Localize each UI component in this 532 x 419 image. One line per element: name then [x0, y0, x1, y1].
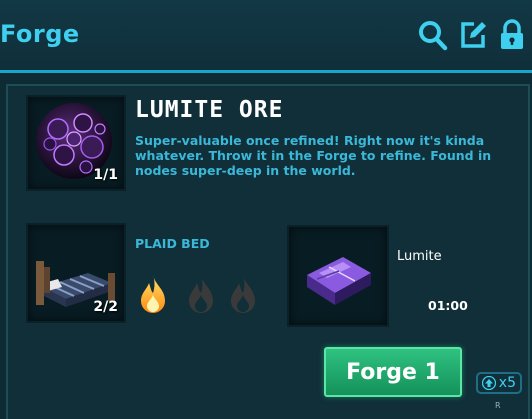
multiplier-button[interactable]: x5 [476, 372, 522, 394]
forge-time: 01:00 [428, 298, 468, 313]
lumite-bar-icon [307, 257, 371, 305]
item-description: Super-valuable once refined! Right now i… [135, 133, 492, 178]
input-item-slot[interactable]: 1/1 [26, 95, 126, 191]
flame-icon-unlit [231, 275, 255, 313]
fuel-slot[interactable]: 2/2 [26, 223, 126, 323]
flame-icon-lit [141, 275, 165, 313]
multiplier-hotkey: R [495, 401, 501, 410]
fuel-name: PLAID BED [135, 236, 210, 251]
window-title: Forge [0, 20, 80, 48]
flame-icon-unlit [189, 275, 213, 313]
multiplier-label: x5 [498, 375, 516, 391]
forge-button[interactable]: Forge 1 [324, 347, 462, 397]
input-item-count: 1/1 [93, 167, 118, 183]
search-icon[interactable] [417, 18, 449, 52]
lock-icon[interactable] [496, 18, 528, 52]
fuel-count: 2/2 [93, 299, 118, 315]
item-name: LUMITE ORE [135, 97, 284, 123]
up-arrow-icon [482, 376, 496, 390]
top-bar: Forge [0, 0, 532, 73]
edit-icon[interactable] [457, 18, 489, 52]
output-slot[interactable] [287, 225, 389, 327]
output-name: Lumite [397, 249, 442, 264]
